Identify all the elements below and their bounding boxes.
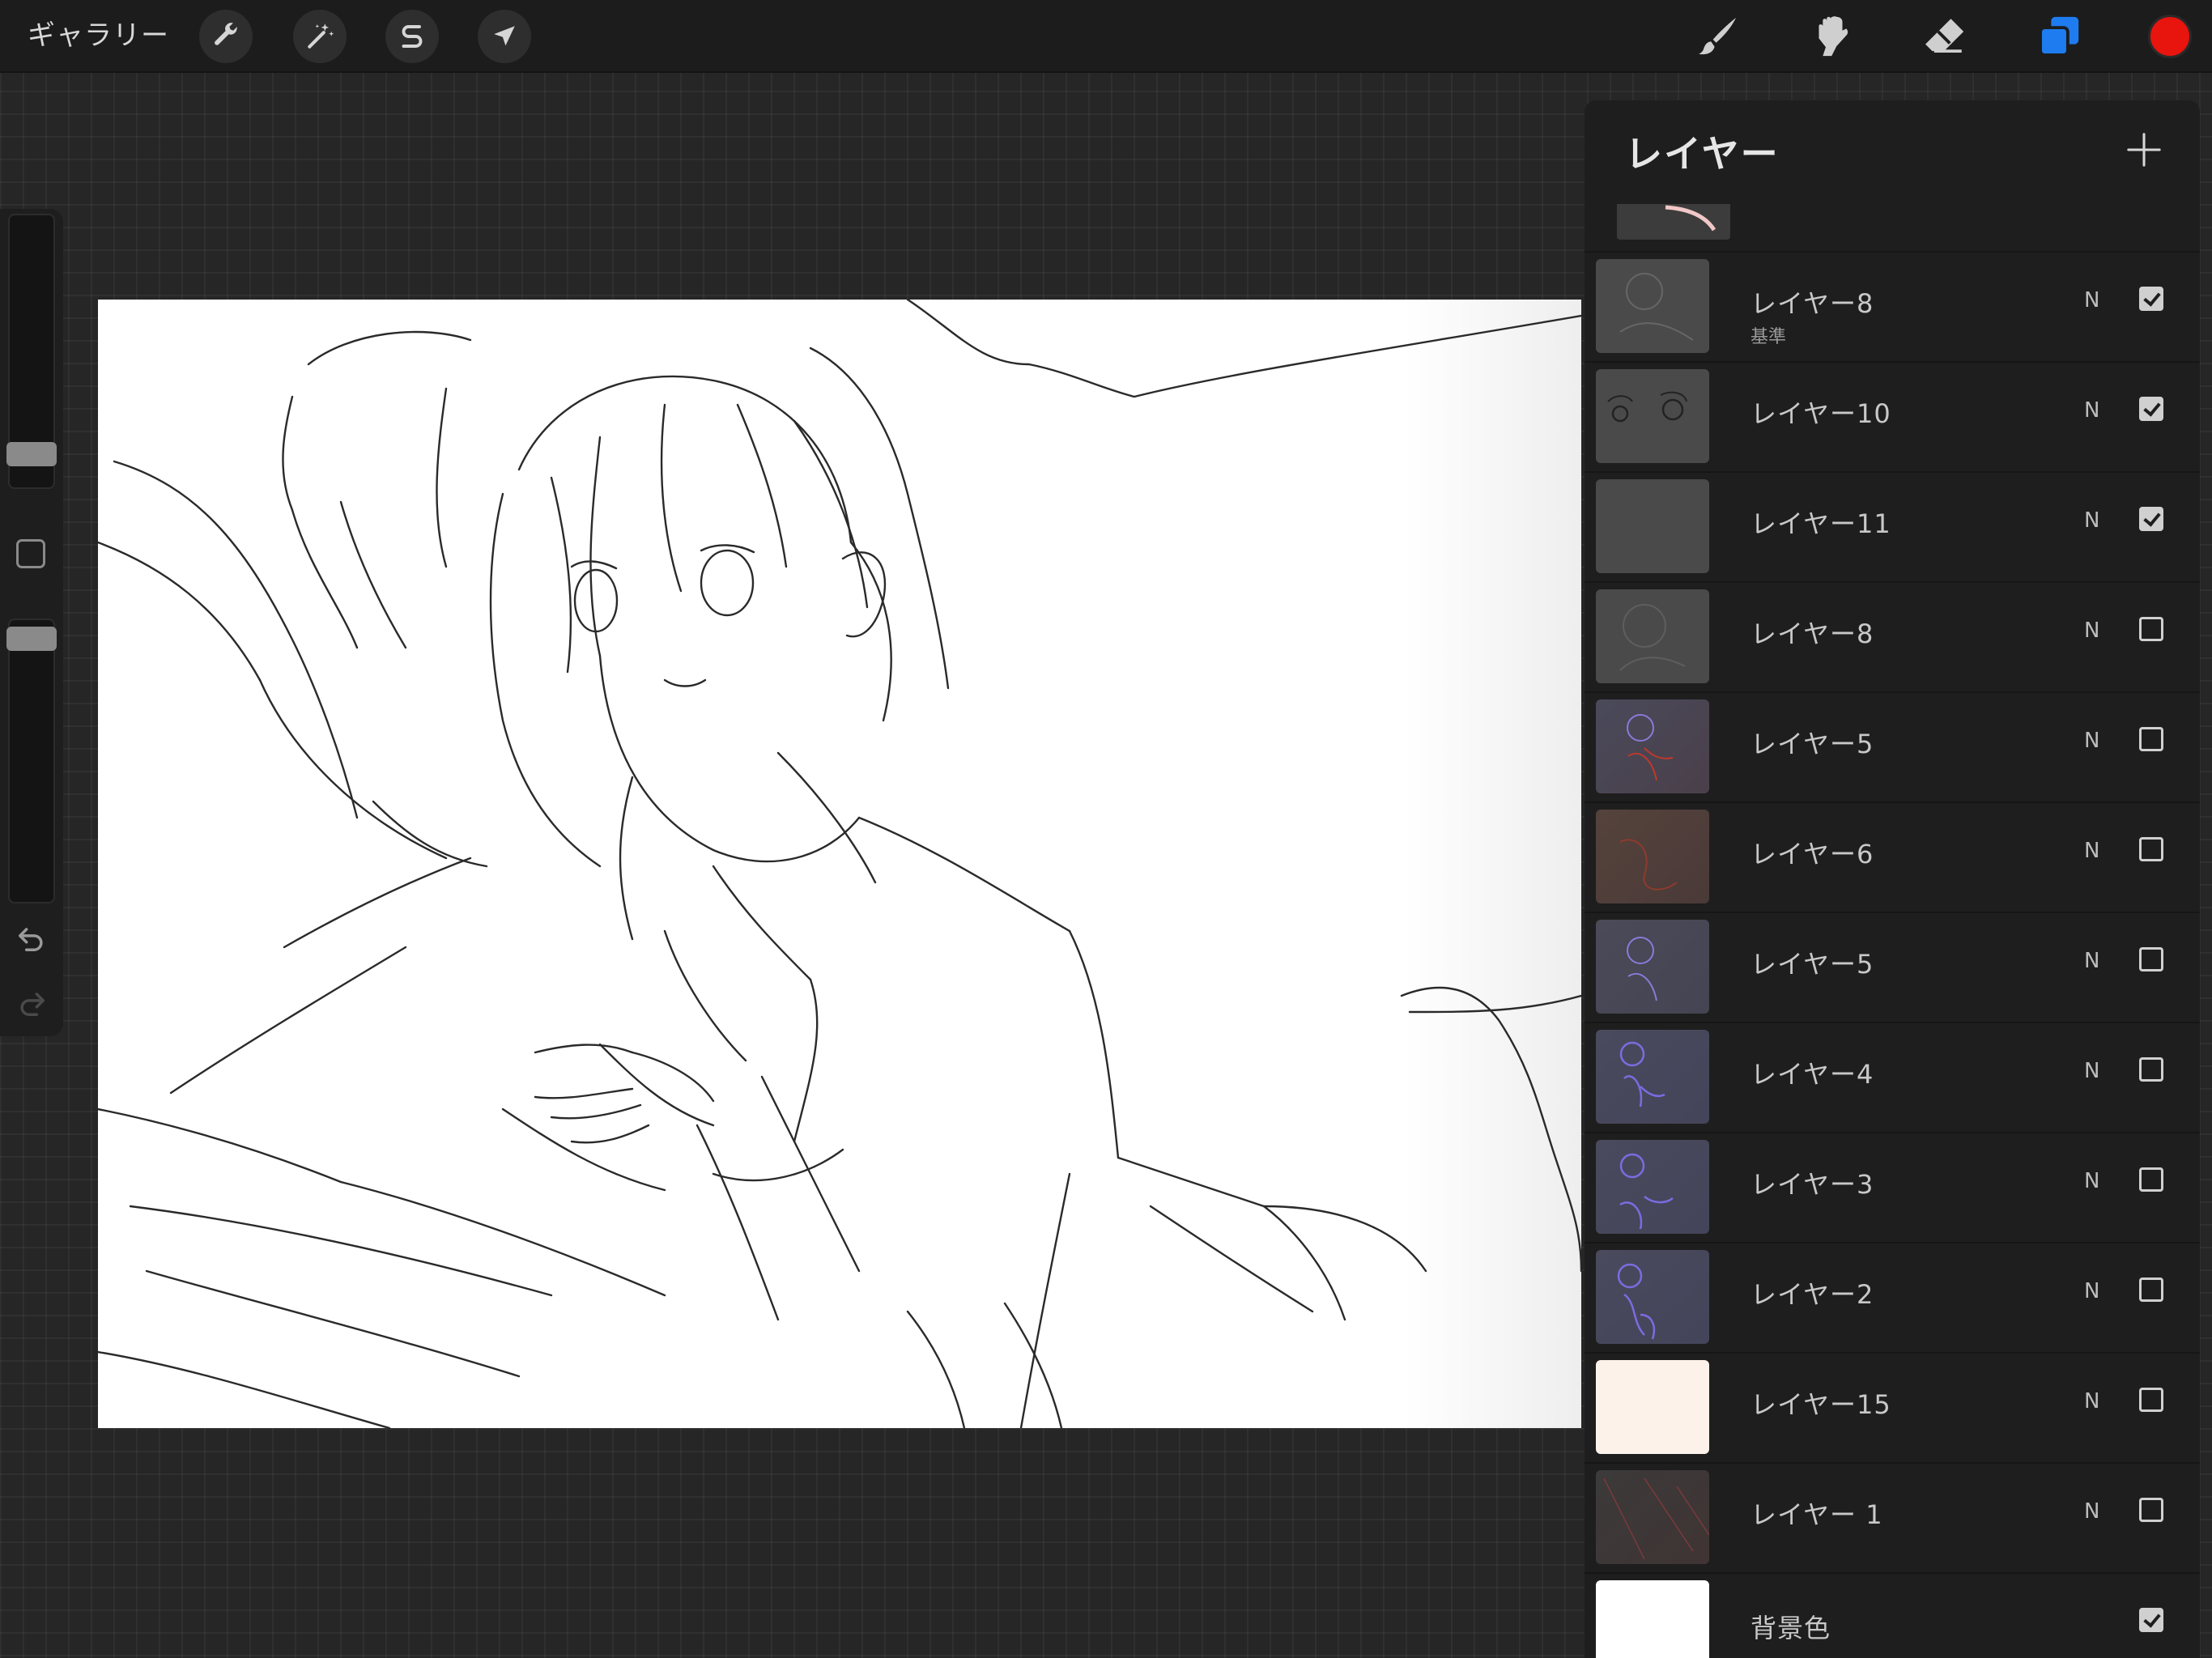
wrench-icon xyxy=(215,23,237,45)
layer-row[interactable]: レイヤー5 N xyxy=(1585,912,2200,1022)
layer-visibility-checkbox[interactable] xyxy=(2139,287,2163,311)
layer-row[interactable]: レイヤー15 N xyxy=(1585,1352,2200,1462)
layer-subtitle: 基準 xyxy=(1750,327,1787,347)
layer-visibility-checkbox[interactable] xyxy=(2139,1278,2163,1302)
brush-size-thumb[interactable] xyxy=(6,442,57,466)
layer-name: レイヤー5 xyxy=(1750,949,1874,980)
redo-arrow-icon[interactable] xyxy=(16,988,47,1018)
drawing-canvas[interactable] xyxy=(98,300,1581,1428)
gallery-button[interactable]: ギャラリー xyxy=(28,15,169,57)
layer-visibility-checkbox[interactable] xyxy=(2139,1057,2163,1082)
top-toolbar: ギャラリー xyxy=(0,0,2212,73)
layers-panel: レイヤー レイヤー8 基準 N レイヤー10 N レイヤー11 N レイヤー8 N レイヤー5 N レ… xyxy=(1585,100,2200,1658)
layers-icon xyxy=(2039,16,2079,57)
blend-mode-button[interactable]: N xyxy=(2084,1279,2099,1303)
layer-visibility-checkbox[interactable] xyxy=(2139,1608,2163,1632)
arrow-cursor-icon xyxy=(494,26,515,46)
layer-thumbnail[interactable] xyxy=(1596,699,1709,793)
layer-name: レイヤー 1 xyxy=(1750,1499,1883,1530)
smudge-tool-button[interactable] xyxy=(1806,11,1856,62)
layers-button[interactable] xyxy=(2034,11,2084,62)
layer-name: レイヤー10 xyxy=(1750,398,1891,429)
layer-name: レイヤー5 xyxy=(1750,729,1874,759)
layer-name: レイヤー11 xyxy=(1750,508,1891,539)
magic-wand-icon xyxy=(308,23,334,49)
layer-thumbnail[interactable] xyxy=(1596,1250,1709,1344)
layer-name: レイヤー6 xyxy=(1750,839,1874,869)
layer-row[interactable]: レイヤー5 N xyxy=(1585,691,2200,801)
modify-button[interactable] xyxy=(16,539,45,568)
brush-tool-button[interactable] xyxy=(1692,11,1742,62)
layer-thumbnail[interactable] xyxy=(1596,369,1709,463)
layer-row[interactable]: レイヤー 1 N xyxy=(1585,1462,2200,1572)
opacity-slider[interactable] xyxy=(8,619,55,903)
panel-title: レイヤー xyxy=(1625,132,1780,176)
smudge-icon xyxy=(1819,16,1848,57)
left-sidebar xyxy=(0,209,63,1036)
blend-mode-button[interactable]: N xyxy=(2084,619,2099,643)
background-color-row[interactable]: 背景色 xyxy=(1585,1572,2200,1658)
line-art-illustration xyxy=(98,300,1581,1428)
layer-thumbnail[interactable] xyxy=(1596,1360,1709,1454)
layer-name: レイヤー4 xyxy=(1750,1059,1874,1090)
color-picker-button[interactable] xyxy=(2148,15,2192,58)
layer-name: レイヤー8 xyxy=(1750,619,1874,649)
layer-visibility-checkbox[interactable] xyxy=(2139,507,2163,531)
layer-thumbnail[interactable] xyxy=(1596,589,1709,683)
layer-visibility-checkbox[interactable] xyxy=(2139,947,2163,971)
layer-row[interactable]: レイヤー2 N xyxy=(1585,1242,2200,1352)
layer-thumbnail[interactable] xyxy=(1596,1470,1709,1564)
layer-visibility-checkbox[interactable] xyxy=(2139,617,2163,641)
blend-mode-button[interactable]: N xyxy=(2084,1169,2099,1193)
undo-arrow-icon[interactable] xyxy=(16,923,47,954)
layer-row[interactable]: レイヤー3 N xyxy=(1585,1132,2200,1242)
layer-row[interactable]: レイヤー8 基準 N xyxy=(1585,251,2200,361)
selection-button[interactable] xyxy=(385,10,439,63)
blend-mode-button[interactable]: N xyxy=(2084,1059,2099,1083)
layer-visibility-checkbox[interactable] xyxy=(2139,1167,2163,1192)
layer-visibility-checkbox[interactable] xyxy=(2139,727,2163,751)
layer-visibility-checkbox[interactable] xyxy=(2139,1498,2163,1522)
layer-visibility-checkbox[interactable] xyxy=(2139,1388,2163,1412)
layer-row[interactable]: レイヤー10 N xyxy=(1585,361,2200,471)
layer-thumbnail[interactable] xyxy=(1596,920,1709,1014)
layer-row[interactable]: レイヤー6 N xyxy=(1585,801,2200,912)
actions-button[interactable] xyxy=(199,10,253,63)
layer-visibility-checkbox[interactable] xyxy=(2139,837,2163,861)
add-layer-button[interactable] xyxy=(2125,131,2163,168)
sliver-sketch xyxy=(1665,205,1716,232)
layer-thumbnail[interactable] xyxy=(1596,259,1709,353)
blend-mode-button[interactable]: N xyxy=(2084,288,2099,312)
layer-row[interactable]: レイヤー8 N xyxy=(1585,581,2200,691)
blend-mode-button[interactable]: N xyxy=(2084,729,2099,753)
layer-thumbnail[interactable] xyxy=(1596,810,1709,903)
transform-button[interactable] xyxy=(478,10,531,63)
layer-thumbnail[interactable] xyxy=(1596,1140,1709,1234)
layer-name: 背景色 xyxy=(1750,1613,1831,1643)
layer-row[interactable]: レイヤー4 N xyxy=(1585,1022,2200,1132)
adjustments-button[interactable] xyxy=(293,10,347,63)
layer-name: レイヤー8 xyxy=(1750,288,1874,319)
blend-mode-button[interactable]: N xyxy=(2084,1499,2099,1524)
blend-mode-button[interactable]: N xyxy=(2084,508,2099,533)
layer-name: レイヤー3 xyxy=(1750,1169,1874,1200)
layer-name: レイヤー2 xyxy=(1750,1279,1874,1310)
blend-mode-button[interactable]: N xyxy=(2084,398,2099,423)
blend-mode-button[interactable]: N xyxy=(2084,839,2099,863)
layer-thumbnail[interactable] xyxy=(1596,1030,1709,1124)
background-color-swatch[interactable] xyxy=(1596,1580,1709,1658)
blend-mode-button[interactable]: N xyxy=(2084,1389,2099,1414)
eraser-icon xyxy=(1925,19,1964,53)
layer-thumbnail[interactable] xyxy=(1596,479,1709,573)
layer-list: レイヤー8 基準 N レイヤー10 N レイヤー11 N レイヤー8 N レイヤー5 N レイヤー6 N… xyxy=(1585,251,2200,1658)
opacity-thumb[interactable] xyxy=(6,627,57,651)
selection-s-icon xyxy=(402,25,423,48)
partial-layer-thumbnail[interactable] xyxy=(1617,204,1730,240)
blend-mode-button[interactable]: N xyxy=(2084,949,2099,973)
layer-visibility-checkbox[interactable] xyxy=(2139,397,2163,421)
layer-name: レイヤー15 xyxy=(1750,1389,1891,1420)
brush-icon xyxy=(1699,18,1736,55)
eraser-tool-button[interactable] xyxy=(1919,11,1969,62)
layer-row[interactable]: レイヤー11 N xyxy=(1585,471,2200,581)
